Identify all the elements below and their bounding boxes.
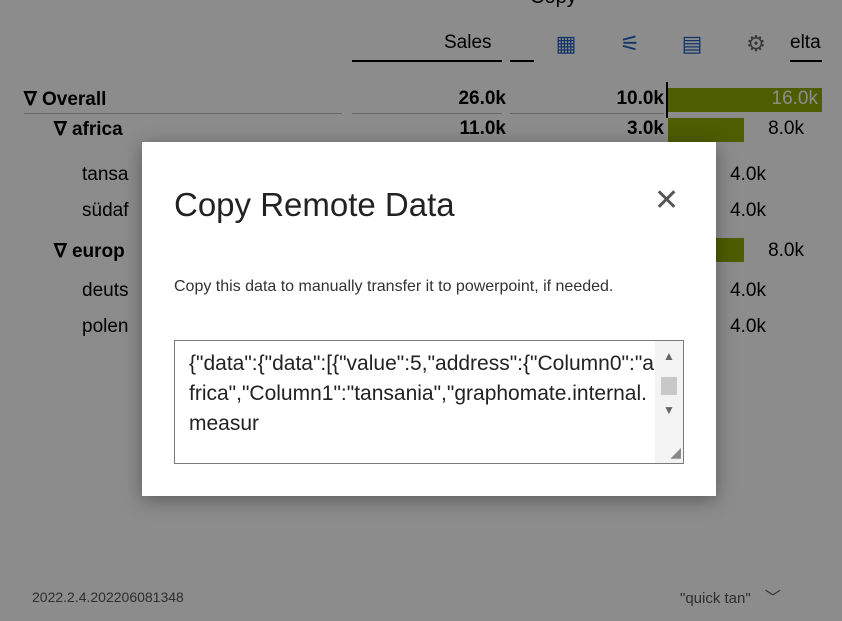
resize-grip-icon[interactable]: ◢	[670, 444, 681, 461]
scroll-up-icon[interactable]: ▲	[663, 349, 675, 363]
scroll-thumb[interactable]	[661, 377, 677, 395]
dialog-description: Copy this data to manually transfer it t…	[174, 278, 614, 295]
data-textarea-content[interactable]: {"data":{"data":[{"value":5,"address":{"…	[189, 349, 655, 439]
data-textarea[interactable]: {"data":{"data":[{"value":5,"address":{"…	[174, 340, 684, 464]
scroll-down-icon[interactable]: ▼	[663, 403, 675, 417]
dialog-title: Copy Remote Data	[174, 186, 455, 223]
copy-remote-data-dialog: Copy Remote Data ✕ Copy this data to man…	[142, 142, 716, 496]
close-icon[interactable]: ✕	[654, 186, 679, 216]
